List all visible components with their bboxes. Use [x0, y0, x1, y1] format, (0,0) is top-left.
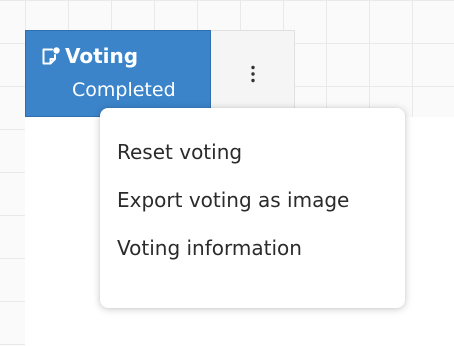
options-menu: Reset voting Export voting as image Voti… [100, 108, 405, 308]
kebab-icon [250, 65, 255, 83]
voting-status-label: Completed [72, 79, 176, 101]
voting-status-button[interactable]: Voting Completed [25, 30, 211, 117]
voting-title: Voting [65, 44, 139, 68]
note-icon [41, 46, 61, 66]
voting-widget: Voting Completed [25, 30, 297, 118]
more-options-button[interactable] [211, 30, 295, 117]
voting-title-row: Voting [41, 44, 138, 68]
menu-item-voting-information[interactable]: Voting information [100, 230, 405, 286]
